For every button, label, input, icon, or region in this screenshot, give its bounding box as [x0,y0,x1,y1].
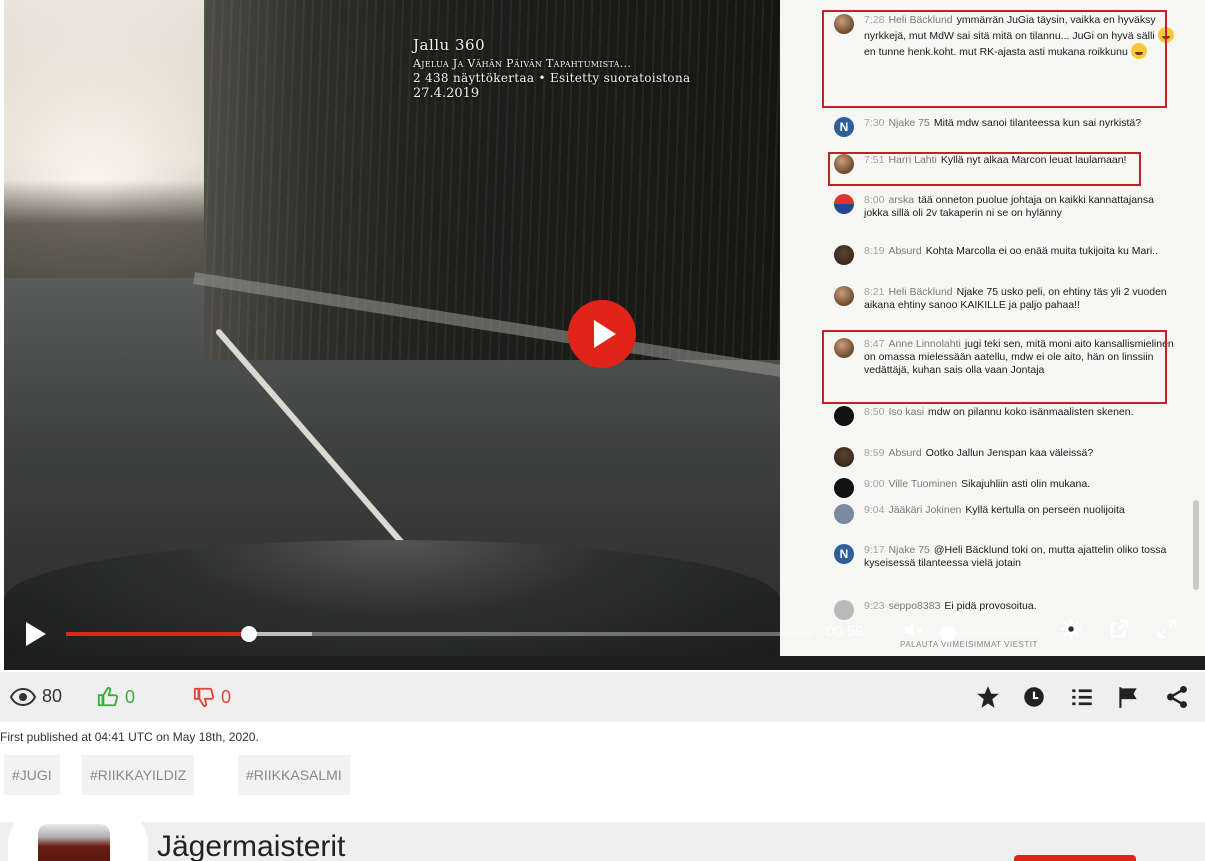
chat-author[interactable]: Njake 75 [888,544,929,556]
channel-avatar[interactable] [8,808,148,861]
chat-message-body: 8:50 Iso kasi mdw on pilannu koko isänmaal… [834,406,1179,419]
play-icon[interactable] [26,622,46,646]
chat-author[interactable]: Absurd [888,245,921,257]
video-action-bar: 80 0 0 [0,672,1205,722]
like-button[interactable]: 0 [97,686,135,708]
chat-highlight-box [822,330,1167,404]
chat-highlight-box [828,152,1141,186]
chat-text: Kohta Marcolla ei oo enää muita tukijoit… [925,245,1159,257]
chat-timestamp: 8:21 [864,286,885,298]
chat-text: mdw on pilannu koko isänmaalisten skenen… [928,406,1134,418]
chat-timestamp: 9:04 [864,504,885,516]
tag-riikkayildiz[interactable]: #RIIKKAYILDIZ [82,755,195,795]
video-player[interactable]: Jallu 360 Ajelua Ja Vähän Päivän Tapahtu… [4,0,1205,670]
chat-text: Ei pidä provosoitua. [944,600,1037,612]
clock-icon[interactable] [1021,684,1047,710]
volume-muted-icon[interactable] [899,618,929,648]
chat-author[interactable]: seppo8383 [888,600,940,612]
volume-knob[interactable] [940,626,956,642]
chat-timestamp: 8:59 [864,447,885,459]
share-icon[interactable] [1164,684,1190,710]
chat-author[interactable]: Heli Bäcklund [888,286,952,298]
eye-icon [10,687,36,706]
list-icon[interactable] [1069,684,1095,710]
video-frame: Jallu 360 Ajelua Ja Vähän Päivän Tapahtu… [4,0,780,656]
chat-timestamp: 9:17 [864,544,885,556]
chat-timestamp: 8:19 [864,245,885,257]
bottle-logo [38,824,110,861]
progress-played [66,632,249,636]
gear-icon[interactable] [1056,618,1086,648]
chat-message: 8:21 Heli Bäcklund Njake 75 usko peli, on … [834,286,1179,312]
chat-message-body: 9:00 Ville Tuominen Sikajuhliin asti olin … [834,478,1179,491]
publish-date: First published at 04:41 UTC on May 18th… [0,730,259,744]
chat-message: 8:19 Absurd Kohta Marcolla ei oo enää muit… [834,245,1179,258]
chat-timestamp: 8:00 [864,194,885,206]
view-count-value: 80 [42,686,63,706]
dislike-button[interactable]: 0 [193,686,231,708]
tag-jugi[interactable]: #JUGI [4,755,60,795]
chat-timestamp: 7:30 [864,117,885,129]
chat-message-body: 9:04 Jääkäri Jokinen Kyllä kertulla on per… [834,504,1179,517]
chat-scrollbar[interactable] [1193,500,1199,590]
overlay-title: Ajelua Ja Vähän Päivän Tapahtumista... [413,57,632,70]
view-count: 80 [10,686,62,707]
flag-icon[interactable] [1115,684,1141,710]
chat-message: 8:50 Iso kasi mdw on pilannu koko isänmaal… [834,406,1179,419]
chat-timestamp: 9:23 [864,600,885,612]
chat-message: 9:00 Ville Tuominen Sikajuhliin asti olin … [834,478,1179,491]
progress-bar[interactable] [66,626,812,642]
like-count: 0 [125,686,136,707]
subscribe-button[interactable] [1014,855,1136,861]
chat-author[interactable]: Iso kasi [888,406,924,418]
chat-author[interactable]: Absurd [888,447,921,459]
chat-message-body: 8:00 arska tää onneton puolue johtaja on k… [834,194,1179,220]
big-play-button[interactable] [568,300,636,368]
chat-author[interactable]: Jääkäri Jokinen [888,504,961,516]
chat-text: Mitä mdw sanoi tilanteessa kun sai nyrki… [933,117,1142,129]
chat-message-body: 8:59 Absurd Ootko Jallun Jenspan kaa välei… [834,447,1179,460]
stream-overlay: Jallu 360 Ajelua Ja Vähän Päivän Tapahtu… [413,36,690,101]
thumbs-down-icon [193,687,215,708]
video-page: Jallu 360 Ajelua Ja Vähän Päivän Tapahtu… [0,0,1205,861]
star-icon[interactable] [975,684,1001,710]
chat-message: 9:17 Njake 75 @Heli Bäcklund toki on, mutt… [834,544,1179,570]
chat-author[interactable]: Njake 75 [888,117,929,129]
external-link-icon[interactable] [1104,618,1134,648]
chat-message-body: 8:21 Heli Bäcklund Njake 75 usko peli, on … [834,286,1179,312]
chat-message-body: 7:30 Njake 75 Mitä mdw sanoi tilanteessa k… [834,117,1179,130]
chat-message: 9:04 Jääkäri Jokinen Kyllä kertulla on per… [834,504,1179,517]
chat-text: Sikajuhliin asti olin mukana. [961,478,1091,490]
overlay-channel: Jallu 360 [413,36,486,54]
tag-riikkasalmi[interactable]: #RIIKKASALMI [238,755,350,795]
live-chat-replay: 7:28 Heli Bäcklund ymmärrän JuGia täysin, … [780,0,1205,656]
chat-message: 7:30 Njake 75 Mitä mdw sanoi tilanteessa k… [834,117,1179,130]
time-display: 00:59 [826,623,864,640]
chat-message: 8:59 Absurd Ootko Jallun Jenspan kaa välei… [834,447,1179,460]
chat-text: Kyllä kertulla on perseen nuolijoita [965,504,1125,516]
chat-message-body: 9:17 Njake 75 @Heli Bäcklund toki on, mutt… [834,544,1179,570]
channel-name[interactable]: Jägermaisterit [157,830,345,861]
chat-message: 8:00 arska tää onneton puolue johtaja on k… [834,194,1179,220]
thumbs-up-icon [97,686,119,707]
dislike-count: 0 [221,686,232,707]
chat-timestamp: 9:00 [864,478,885,490]
progress-knob[interactable] [240,626,257,642]
chat-author[interactable]: arska [888,194,914,206]
chat-author[interactable]: Ville Tuominen [888,478,957,490]
chat-text: Ootko Jallun Jenspan kaa väleissä? [925,447,1094,459]
chat-timestamp: 8:50 [864,406,885,418]
volume-slider[interactable] [940,626,1042,642]
fullscreen-icon[interactable] [1152,618,1182,648]
overlay-date: 27.4.2019 [413,86,480,101]
player-controls: 00:59 [4,612,1205,656]
chat-message-body: 8:19 Absurd Kohta Marcolla ei oo enää muit… [834,245,1179,258]
chat-highlight-box [822,10,1167,108]
overlay-views: 2 438 näyttökertaa • Esitetty suoratoist… [413,71,691,85]
